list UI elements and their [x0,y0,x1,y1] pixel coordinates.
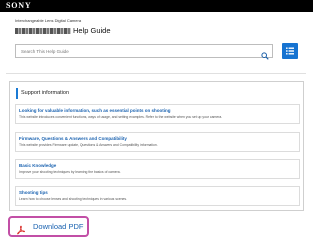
list-icon [286,47,294,55]
support-item-firmware[interactable]: Firmware, Questions & Answers and Compat… [15,132,300,152]
toc-button[interactable] [282,43,298,59]
search-icon[interactable] [261,47,269,60]
guide-header: Interchangeable Lens Digital Camera Help… [0,12,313,38]
support-item-description: Learn how to choose lenses and shooting … [19,197,128,201]
support-item-description: This website provides Firmware update, Q… [19,143,158,147]
support-item-shooting-tips[interactable]: Shooting tips Learn how to choose lenses… [15,186,300,206]
support-item-title[interactable]: Looking for valuable information, such a… [19,108,171,113]
brand-logo: SONY [6,1,32,10]
support-item-title[interactable]: Basic Knowledge [19,163,56,168]
support-item-title[interactable]: Firmware, Questions & Answers and Compat… [19,136,127,141]
product-subtitle: Interchangeable Lens Digital Camera [15,18,82,23]
search-input[interactable] [16,45,256,57]
top-bar: SONY [0,0,313,12]
support-item-description: Improve your shooting techniques by lear… [19,170,121,174]
support-item-title[interactable]: Shooting tips [19,190,48,195]
support-item-description: This website introduces convenient funct… [19,115,223,119]
support-item-shooting-points[interactable]: Looking for valuable information, such a… [15,104,300,124]
pdf-icon [16,222,26,235]
support-item-basic-knowledge[interactable]: Basic Knowledge Improve your shooting te… [15,159,300,179]
support-info-heading: Support information [21,90,69,96]
support-info-header: Support information [16,88,299,99]
model-name-redacted [15,28,71,34]
download-pdf-button[interactable]: Download PDF [8,216,89,237]
page-title-text: Help Guide [73,26,111,35]
download-pdf-label[interactable]: Download PDF [33,222,83,231]
support-info-panel: Support information Looking for valuable… [9,81,304,211]
page-title: Help Guide [15,26,111,35]
search-bar [15,44,273,60]
section-divider [6,73,306,74]
